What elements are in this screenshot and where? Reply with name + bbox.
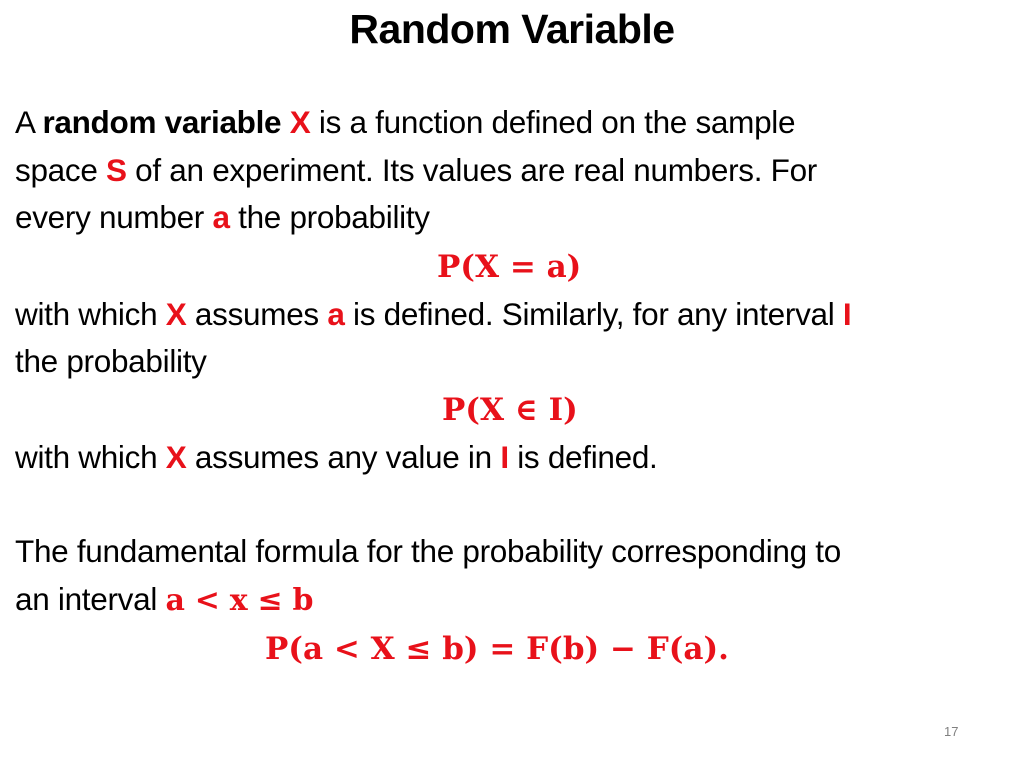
text: assumes any value in [186,439,501,475]
text: is defined. [508,439,658,475]
text-line: the probability [15,343,207,380]
text: of an experiment. Its values are real nu… [126,152,818,188]
text: every number [15,199,213,235]
text: The fundamental formula for the probabil… [15,533,841,569]
text: with which [15,296,166,332]
term-random-variable: random variable [42,104,282,140]
text: A [15,104,43,140]
text: is a function defined on the sample [310,104,796,140]
slide-title: Random Variable [349,6,675,52]
formula-p-x-equals-a: P(X = a) [437,249,582,285]
page-number: 17 [944,724,959,739]
text: space [15,152,107,188]
formula-p-x-in-i: P(X ∈ I) [442,392,578,428]
text-line: A random variable X is a function define… [15,104,796,141]
symbol-x: X [165,439,187,475]
text: is defined. Similarly, for any interval [344,296,843,332]
text-line: with which X assumes a is defined. Simil… [15,296,852,333]
symbol-s: S [106,152,127,188]
formula-interval-probability: P(a < X ≤ b) = F(b) − F(a). [265,631,729,667]
text: the probability [15,343,207,379]
text-line: every number a the probability [15,199,430,236]
symbol-a: a [327,296,345,332]
text-line: an interval a < x ≤ b [15,581,313,618]
symbol-a: a [212,199,230,235]
interval-expression: a < x ≤ b [165,583,314,618]
text: with which [15,439,166,475]
text: an interval [15,581,166,617]
text-line: space S of an experiment. Its values are… [15,152,817,189]
symbol-x: X [165,296,187,332]
text [281,104,289,140]
text-line: with which X assumes any value in I is d… [15,439,658,476]
text-line: The fundamental formula for the probabil… [15,533,841,570]
symbol-i: I [842,296,852,332]
text: assumes [186,296,328,332]
text: the probability [229,199,430,235]
symbol-i: I [500,439,509,475]
symbol-x: X [289,104,311,140]
